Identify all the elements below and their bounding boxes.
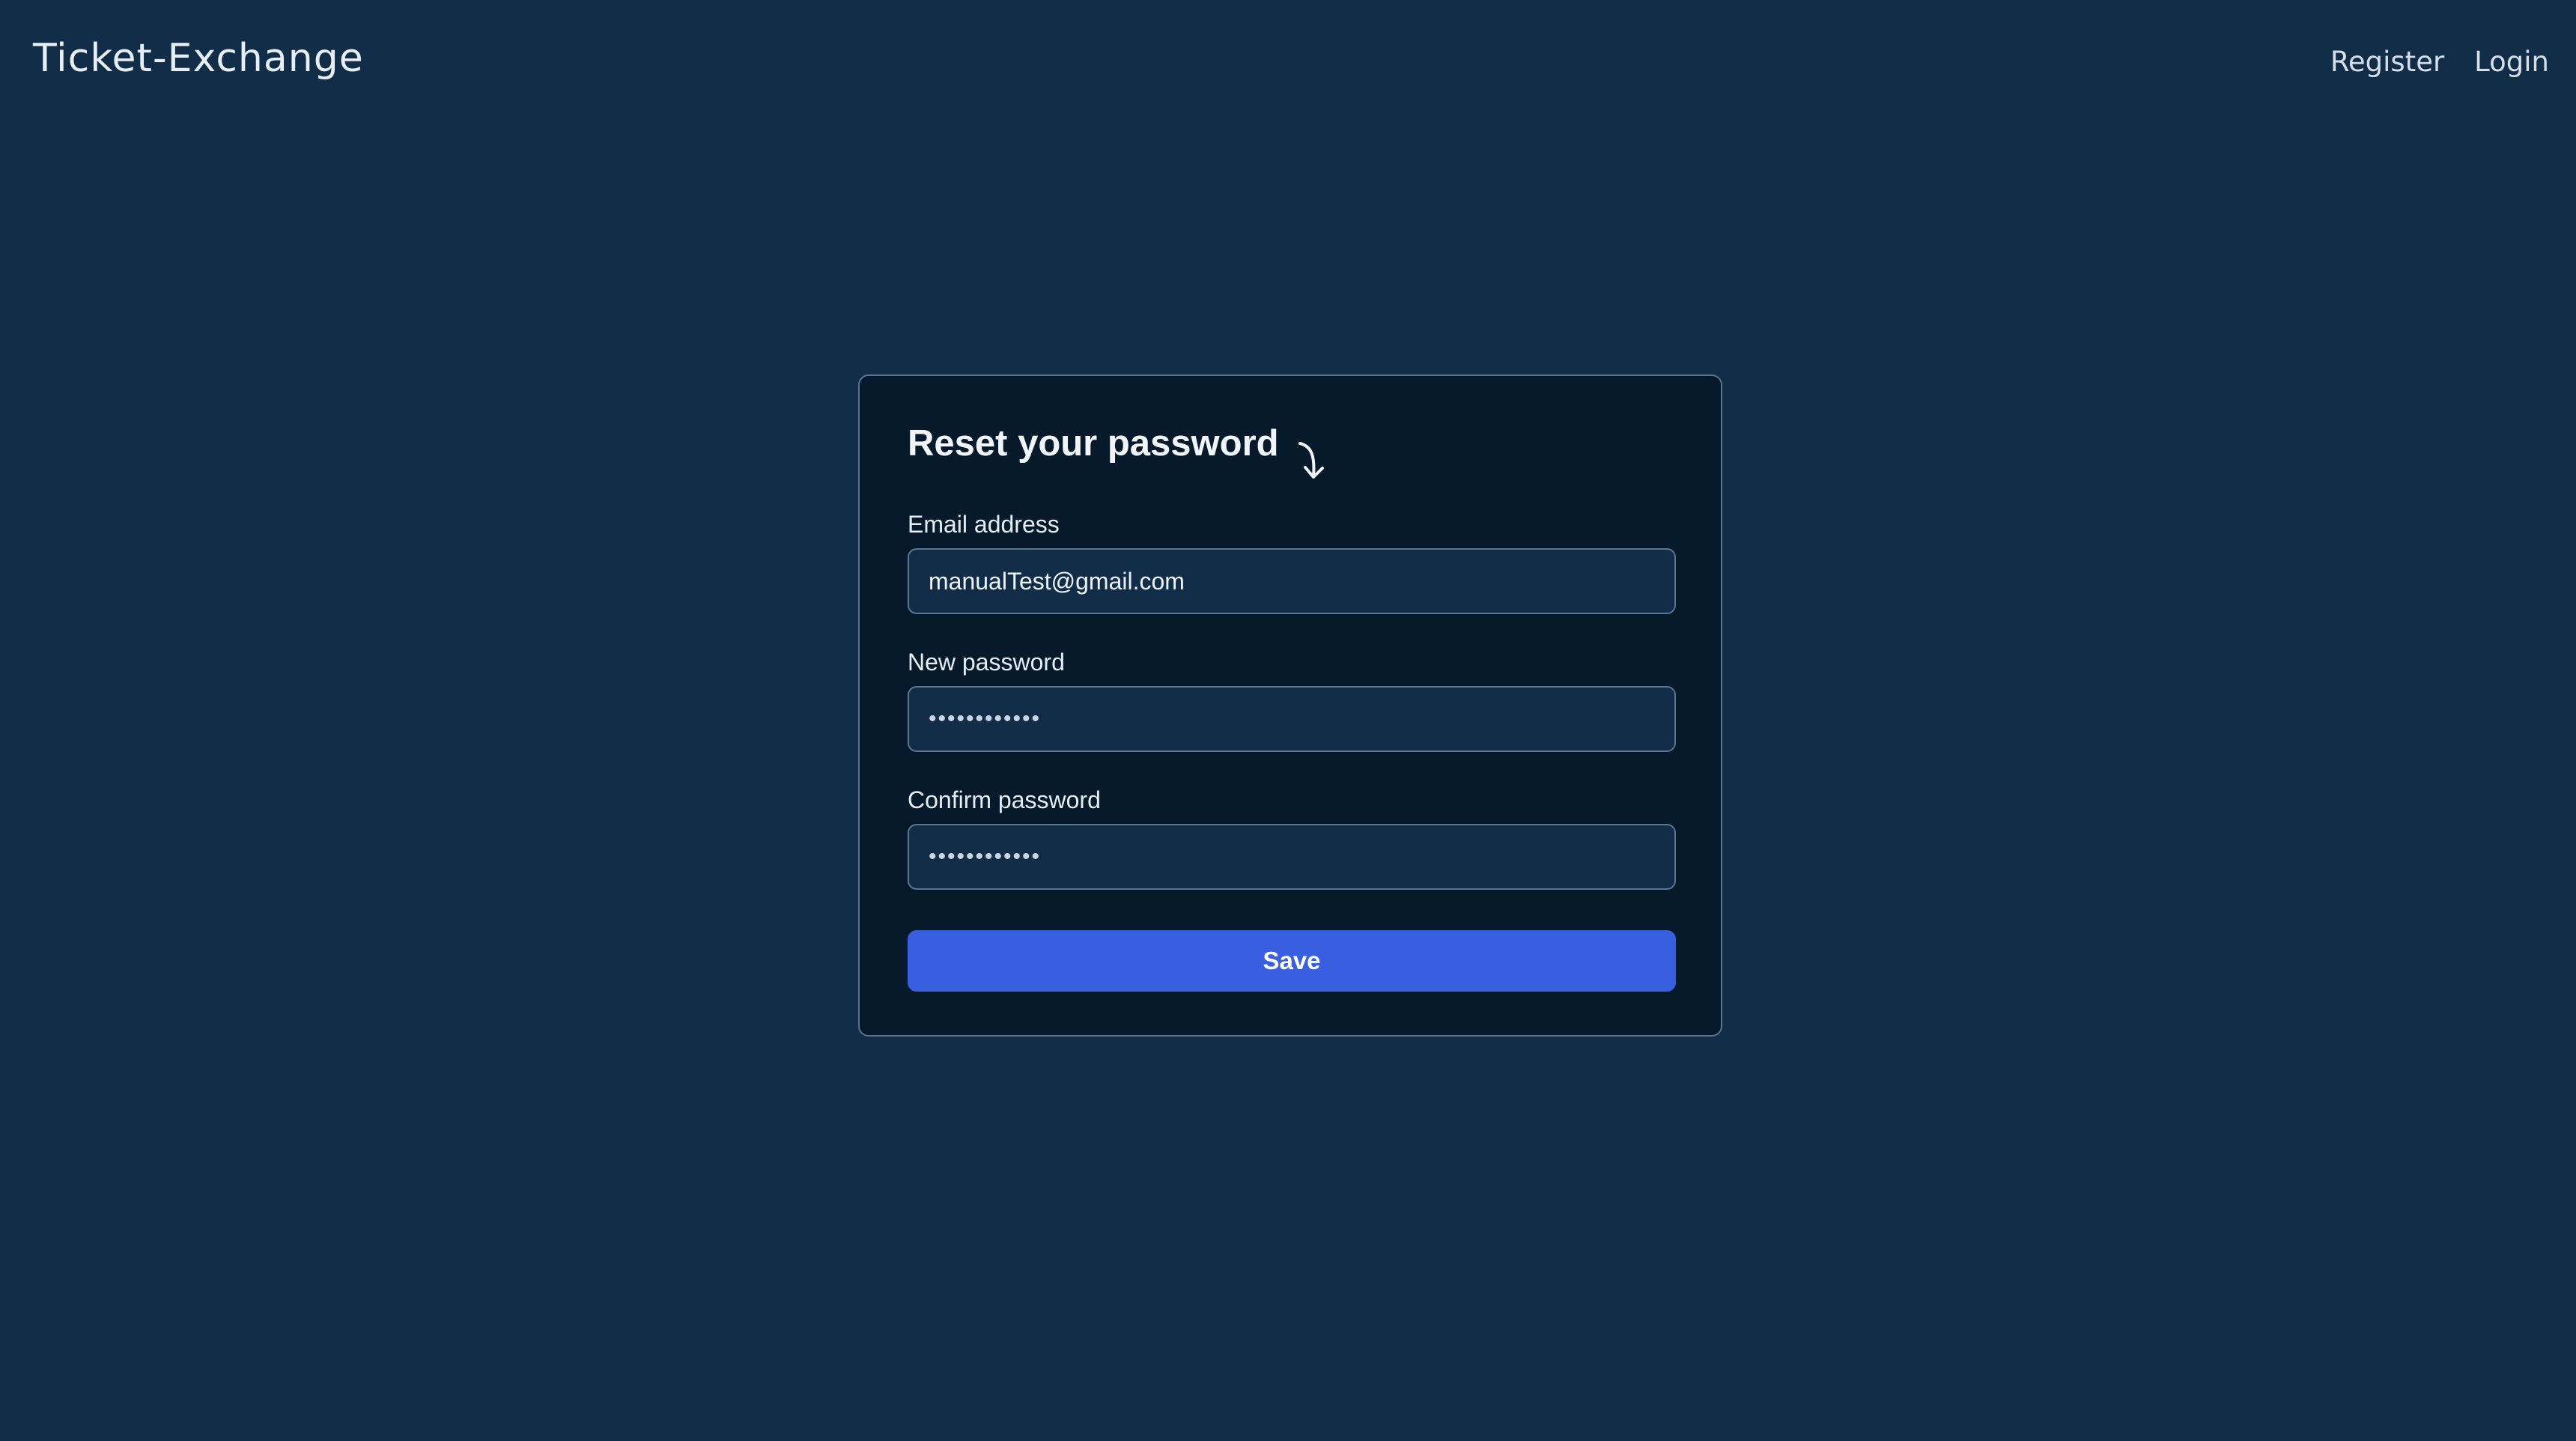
login-link[interactable]: Login — [2474, 48, 2549, 76]
top-nav: Register Login — [2330, 48, 2549, 76]
brand-logo[interactable]: Ticket-Exchange — [33, 39, 364, 78]
confirm-password-value: •••••••••••• — [929, 844, 1042, 869]
curved-arrow-down-icon — [1298, 442, 1324, 479]
confirm-password-field[interactable]: •••••••••••• — [908, 824, 1676, 890]
email-label: Email address — [908, 511, 1060, 538]
card-header: Reset your password — [908, 425, 1331, 482]
new-password-label: New password — [908, 649, 1065, 676]
new-password-value: •••••••••••• — [929, 706, 1042, 731]
save-button[interactable]: Save — [908, 930, 1676, 992]
reset-password-card: Reset your password Email address manual… — [858, 374, 1722, 1037]
email-field[interactable]: manualTest@gmail.com — [908, 548, 1676, 614]
new-password-field[interactable]: •••••••••••• — [908, 686, 1676, 752]
register-link[interactable]: Register — [2330, 48, 2444, 76]
confirm-password-label: Confirm password — [908, 786, 1101, 813]
email-value: manualTest@gmail.com — [929, 567, 1185, 595]
page-title: Reset your password — [908, 423, 1279, 464]
